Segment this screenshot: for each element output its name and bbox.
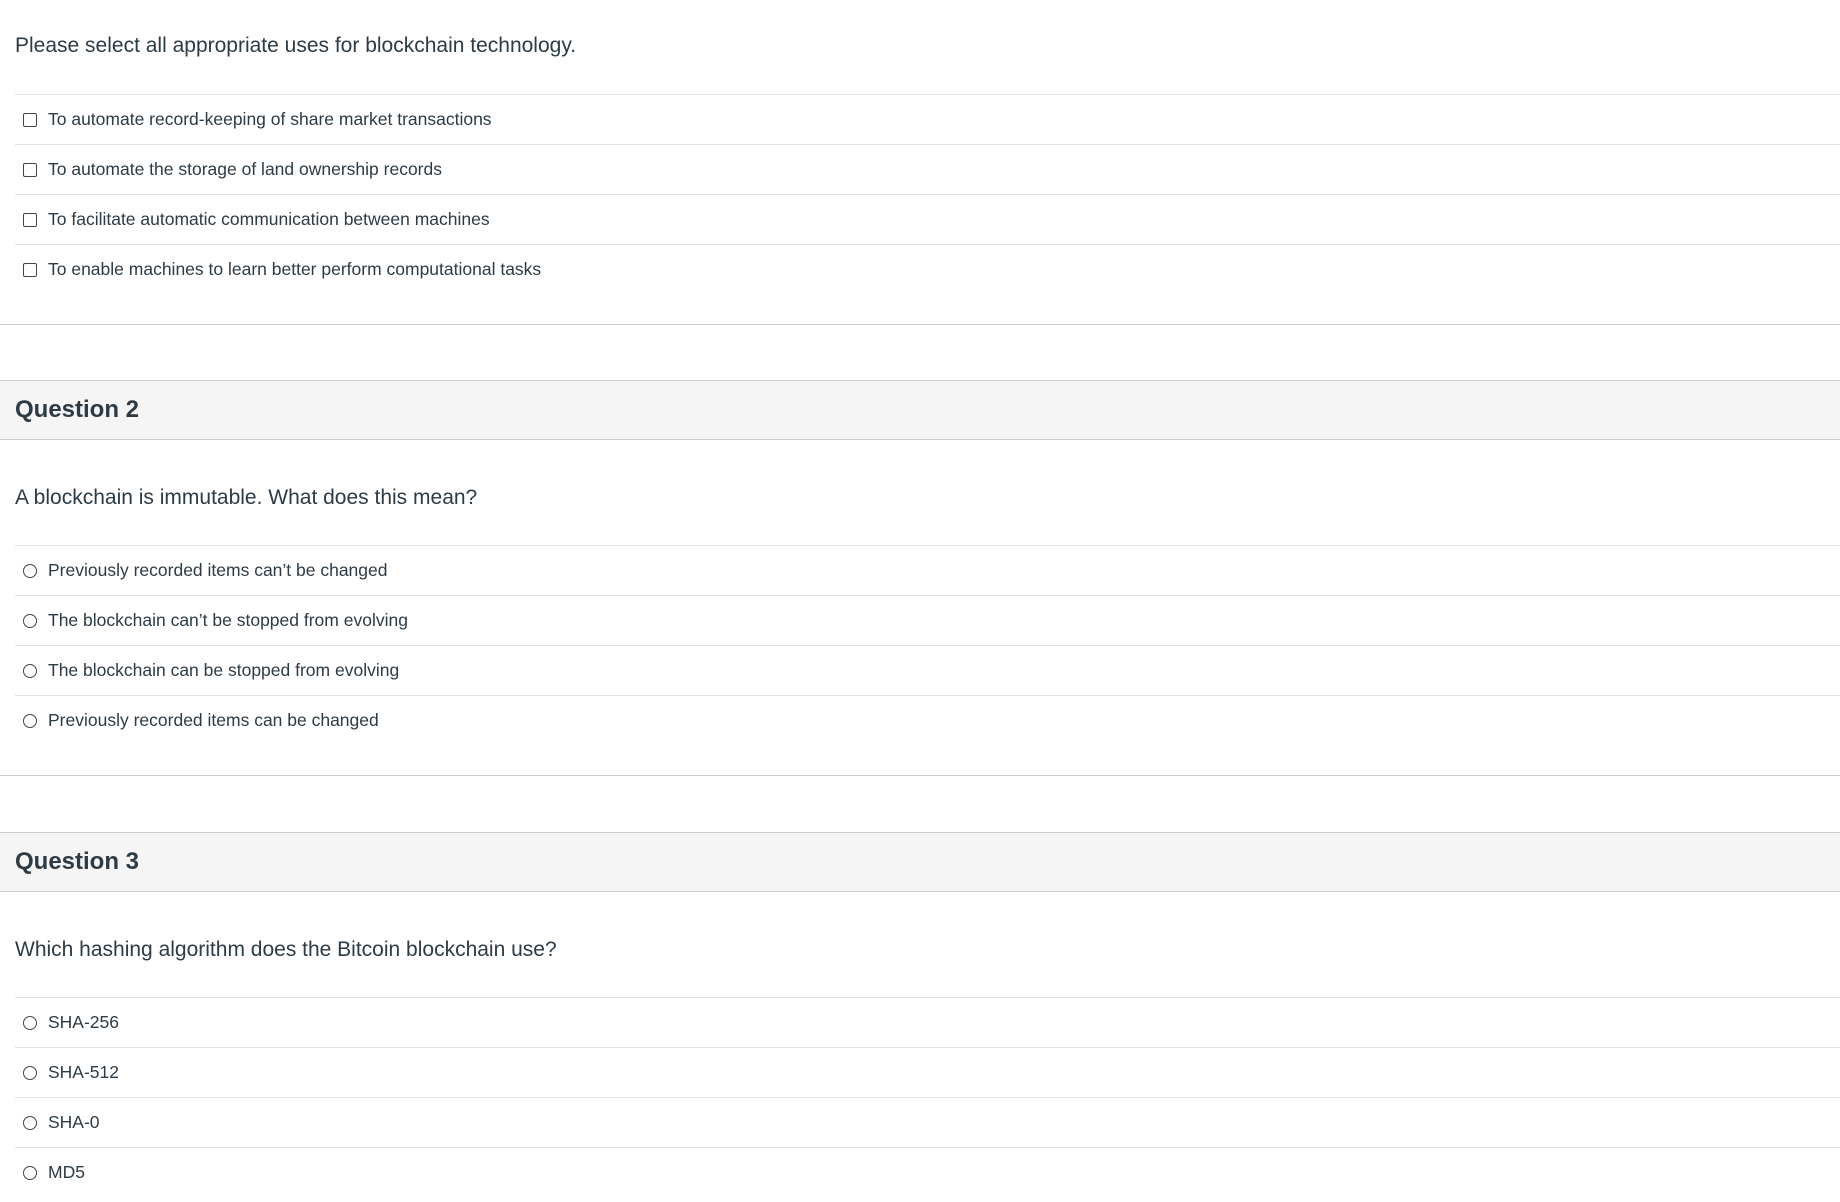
answer-label[interactable]: Previously recorded items can’t be chang… bbox=[48, 561, 388, 580]
question-1-answers: To automate record-keeping of share mark… bbox=[15, 94, 1840, 294]
question-3-prompt: Which hashing algorithm does the Bitcoin… bbox=[15, 938, 557, 961]
question-2-header: Question 2 bbox=[0, 380, 1840, 440]
answer-label[interactable]: MD5 bbox=[48, 1163, 85, 1182]
question-3-title: Question 3 bbox=[15, 848, 140, 875]
answer-label[interactable]: The blockchain can be stopped from evolv… bbox=[48, 661, 399, 680]
checkbox[interactable] bbox=[23, 112, 37, 127]
radio-button[interactable] bbox=[23, 563, 37, 578]
radio-button[interactable] bbox=[23, 1115, 37, 1130]
radio-button[interactable] bbox=[23, 713, 37, 728]
answer-option[interactable]: The blockchain can be stopped from evolv… bbox=[15, 645, 1840, 695]
question-3-answers: SHA-256 SHA-512 SHA-0 MD5 bbox=[15, 997, 1840, 1197]
quiz-page: Please select all appropriate uses for b… bbox=[0, 0, 1840, 1202]
answer-label[interactable]: To automate record-keeping of share mark… bbox=[48, 110, 492, 129]
answer-option[interactable]: To automate the storage of land ownershi… bbox=[15, 144, 1840, 194]
answer-option[interactable]: SHA-512 bbox=[15, 1047, 1840, 1097]
answer-option[interactable]: MD5 bbox=[15, 1147, 1840, 1197]
checkbox[interactable] bbox=[23, 262, 37, 277]
answer-option[interactable]: SHA-256 bbox=[15, 997, 1840, 1047]
answer-option[interactable]: To enable machines to learn better perfo… bbox=[15, 244, 1840, 294]
checkbox[interactable] bbox=[23, 212, 37, 227]
radio-button[interactable] bbox=[23, 613, 37, 628]
radio-button[interactable] bbox=[23, 1065, 37, 1080]
answer-label[interactable]: To automate the storage of land ownershi… bbox=[48, 160, 442, 179]
question-1-prompt: Please select all appropriate uses for b… bbox=[15, 34, 577, 57]
answer-option[interactable]: To automate record-keeping of share mark… bbox=[15, 94, 1840, 144]
question-3-header: Question 3 bbox=[0, 832, 1840, 892]
radio-button[interactable] bbox=[23, 1015, 37, 1030]
checkbox[interactable] bbox=[23, 162, 37, 177]
radio-button[interactable] bbox=[23, 663, 37, 678]
answer-option[interactable]: To facilitate automatic communication be… bbox=[15, 194, 1840, 244]
answer-option[interactable]: Previously recorded items can’t be chang… bbox=[15, 545, 1840, 595]
answer-label[interactable]: The blockchain can’t be stopped from evo… bbox=[48, 611, 408, 630]
answer-label[interactable]: SHA-0 bbox=[48, 1113, 100, 1132]
answer-option[interactable]: SHA-0 bbox=[15, 1097, 1840, 1147]
answer-option[interactable]: The blockchain can’t be stopped from evo… bbox=[15, 595, 1840, 645]
answer-label[interactable]: Previously recorded items can be changed bbox=[48, 711, 379, 730]
question-2-title: Question 2 bbox=[15, 396, 140, 423]
question-2-answers: Previously recorded items can’t be chang… bbox=[15, 545, 1840, 745]
answer-label[interactable]: To enable machines to learn better perfo… bbox=[48, 260, 541, 279]
radio-button[interactable] bbox=[23, 1165, 37, 1180]
question-2-prompt: A blockchain is immutable. What does thi… bbox=[15, 486, 478, 509]
question-divider bbox=[0, 324, 1840, 325]
answer-label[interactable]: SHA-256 bbox=[48, 1013, 119, 1032]
answer-option[interactable]: Previously recorded items can be changed bbox=[15, 695, 1840, 745]
answer-label[interactable]: SHA-512 bbox=[48, 1063, 119, 1082]
answer-label[interactable]: To facilitate automatic communication be… bbox=[48, 210, 490, 229]
question-divider bbox=[0, 775, 1840, 776]
